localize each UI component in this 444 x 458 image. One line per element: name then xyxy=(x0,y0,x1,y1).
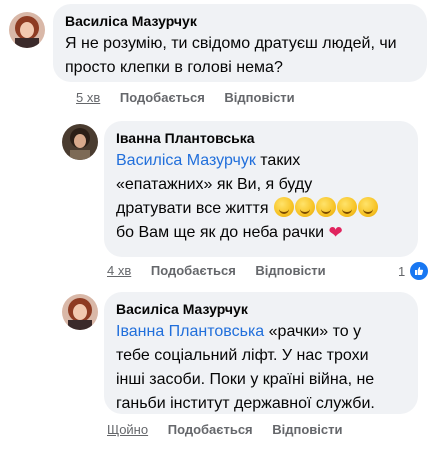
like-button[interactable]: Подобається xyxy=(168,422,253,437)
reply-button[interactable]: Відповісти xyxy=(255,263,325,278)
comment-bubble: Іванна Плантовська Василіса Мазурчук так… xyxy=(104,121,418,257)
rofl-emoji-icon xyxy=(357,197,378,217)
comment-actions: 4 хв Подобається Відповісти xyxy=(107,263,342,278)
comment-author[interactable]: Василіса Мазурчук xyxy=(116,300,406,318)
comment-text: Іванна Плантовська «рачки» то у тебе соц… xyxy=(116,323,375,412)
avatar[interactable] xyxy=(9,12,45,48)
comment-time-link[interactable]: 4 хв xyxy=(107,263,131,278)
like-button[interactable]: Подобається xyxy=(151,263,236,278)
reply-button[interactable]: Відповісти xyxy=(224,90,294,105)
comment-author[interactable]: Василіса Мазурчук xyxy=(65,12,415,30)
profile-photo-icon xyxy=(62,294,98,330)
comment-actions: Щойно Подобається Відповісти xyxy=(107,422,359,437)
rofl-emoji-icon xyxy=(273,197,294,217)
comment-actions: 5 хв Подобається Відповісти xyxy=(76,90,311,105)
avatar[interactable] xyxy=(62,294,98,330)
comment-author[interactable]: Іванна Плантовська xyxy=(116,129,406,147)
comment-bubble: Василіса Мазурчук Іванна Плантовська «ра… xyxy=(104,292,418,414)
profile-photo-icon xyxy=(62,124,98,160)
comment-time-link[interactable]: Щойно xyxy=(107,422,148,437)
mention-link[interactable]: Іванна Плантовська xyxy=(116,323,264,340)
reply-button[interactable]: Відповісти xyxy=(272,422,342,437)
avatar[interactable] xyxy=(62,124,98,160)
like-reaction-icon xyxy=(408,260,431,282)
rofl-emoji-icon xyxy=(336,197,357,217)
profile-photo-icon xyxy=(9,12,45,48)
comment-text: Я не розумію, ти свідомо дратуєш людей, … xyxy=(65,35,397,76)
red-heart-icon: ❤ xyxy=(328,223,343,242)
rofl-emoji-icon xyxy=(315,197,336,217)
reaction-count: 1 xyxy=(398,263,406,279)
comment-time-link[interactable]: 5 хв xyxy=(76,90,100,105)
rofl-emoji-icon xyxy=(294,197,315,217)
reaction-summary[interactable]: 1 xyxy=(398,260,431,282)
mention-link[interactable]: Василіса Мазурчук xyxy=(116,152,256,169)
like-button[interactable]: Подобається xyxy=(120,90,205,105)
comment-bubble: Василіса Мазурчук Я не розумію, ти свідо… xyxy=(53,4,427,82)
comment-text: Василіса Мазурчук таких «епатажних» як В… xyxy=(116,149,406,245)
